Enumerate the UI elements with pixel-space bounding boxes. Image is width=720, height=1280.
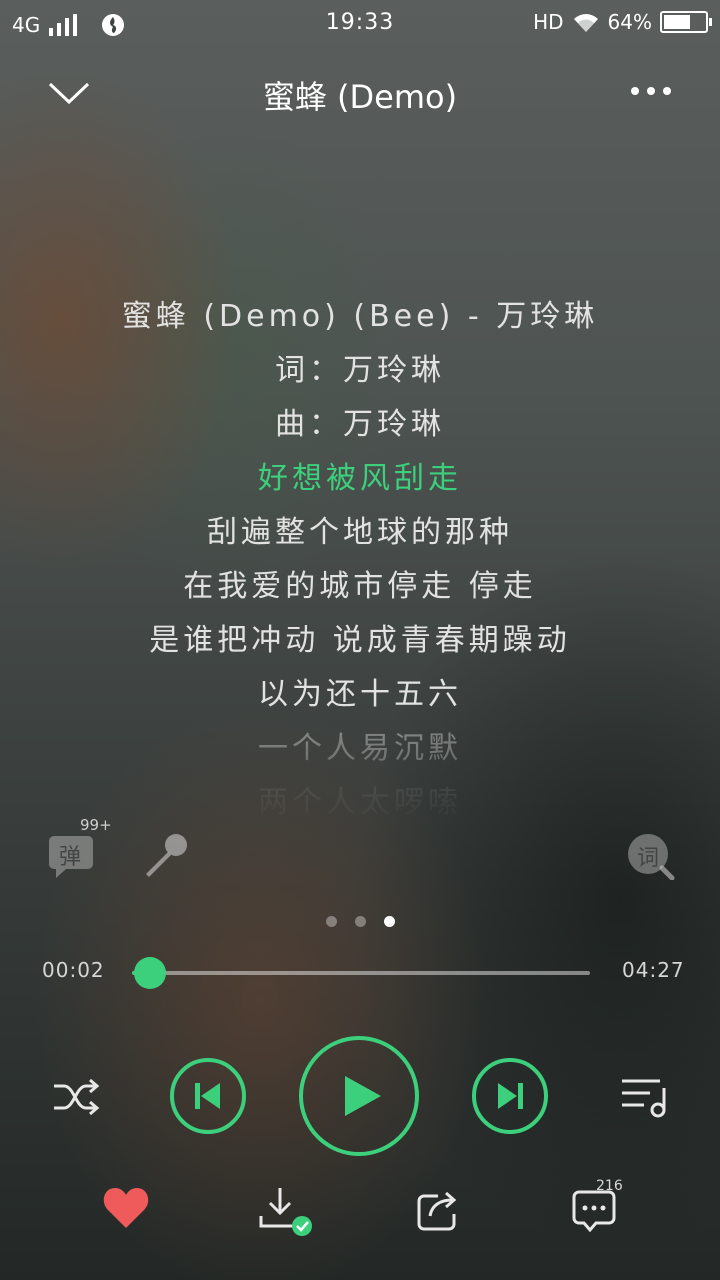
more-button[interactable] <box>628 76 674 106</box>
lyric-line: 词：万玲琳 <box>275 353 445 388</box>
lyric-line: 是谁把冲动 说成青春期躁动 <box>149 623 571 658</box>
lyric-line: 曲：万玲琳 <box>275 407 445 442</box>
previous-icon <box>195 1083 220 1109</box>
next-button[interactable] <box>472 1058 548 1134</box>
playlist-button[interactable] <box>620 1076 670 1118</box>
lyric-line: 在我爱的城市停走 停走 <box>183 569 537 604</box>
danmaku-button[interactable]: 弹 99+ <box>48 816 112 880</box>
comment-icon <box>572 1190 616 1233</box>
danmaku-count-badge: 99+ <box>80 816 112 834</box>
progress-thumb[interactable] <box>134 957 166 989</box>
player-screen: 4G 19:33 HD 64% 蜜蜂 (Demo) 蜜蜂 (Demo) (Bee… <box>0 0 720 1280</box>
lyric-line: 刮遍整个地球的那种 <box>207 515 513 550</box>
play-button[interactable] <box>299 1036 419 1156</box>
total-time: 04:27 <box>622 958 685 982</box>
microphone-icon <box>146 834 187 877</box>
shuffle-icon <box>54 1078 100 1116</box>
lyrics-search-button[interactable]: 词 <box>626 832 676 880</box>
status-bar: 4G 19:33 HD 64% <box>0 0 720 48</box>
share-icon <box>417 1191 457 1231</box>
comment-count-badge: 216 <box>596 1178 623 1194</box>
danmaku-label: 弹 <box>58 845 81 870</box>
share-button[interactable] <box>416 1188 462 1232</box>
page-dot[interactable] <box>354 916 366 927</box>
page-dot[interactable] <box>325 916 337 927</box>
lyric-line-current: 好想被风刮走 <box>258 461 462 496</box>
elapsed-time: 00:02 <box>42 958 105 982</box>
sing-button[interactable] <box>142 830 192 880</box>
comment-button[interactable]: 216 <box>572 1178 623 1234</box>
lyric-line: 两个人太啰嗦 <box>258 785 462 820</box>
previous-button[interactable] <box>170 1058 246 1134</box>
next-icon <box>498 1083 523 1109</box>
playlist-icon <box>622 1079 666 1118</box>
battery-percent: 64% <box>607 10 652 34</box>
heart-icon <box>103 1188 149 1228</box>
play-icon <box>345 1076 381 1116</box>
lyric-line: 一个人易沉默 <box>258 731 462 766</box>
page-dot-active[interactable] <box>383 916 395 927</box>
download-icon <box>259 1188 312 1236</box>
lyrics-label: 词 <box>636 846 659 871</box>
wifi-icon <box>573 14 598 32</box>
lyric-line: 以为还十五六 <box>258 677 462 712</box>
page-indicator <box>0 916 720 927</box>
lyrics-view[interactable]: 蜜蜂 (Demo) (Bee) - 万玲琳 词：万玲琳 曲：万玲琳 好想被风刮走… <box>0 290 720 820</box>
lyric-line: 蜜蜂 (Demo) (Bee) - 万玲琳 <box>121 299 599 334</box>
more-icon <box>631 87 671 95</box>
title-bar: 蜜蜂 (Demo) <box>0 60 720 124</box>
song-title: 蜜蜂 (Demo) <box>262 78 458 116</box>
hd-indicator: HD <box>533 10 564 34</box>
like-button[interactable] <box>102 1186 150 1230</box>
shuffle-button[interactable] <box>52 1076 100 1118</box>
download-button[interactable] <box>258 1186 314 1238</box>
progress-slider[interactable] <box>132 957 590 989</box>
battery-icon <box>660 11 712 33</box>
